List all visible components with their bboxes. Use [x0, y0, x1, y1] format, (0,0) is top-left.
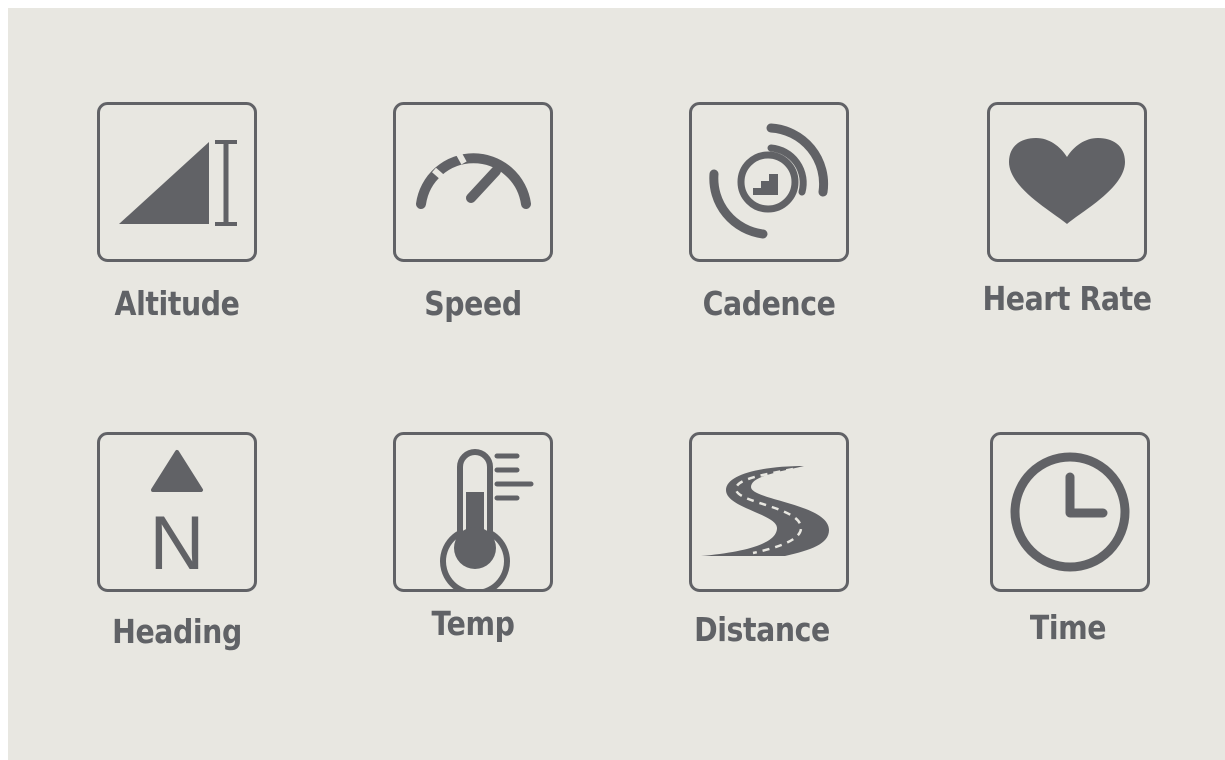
tile-label-heart-rate: Heart Rate	[982, 279, 1152, 318]
tile-speed	[393, 102, 553, 262]
tile-label-altitude: Altitude	[114, 284, 240, 323]
tile-label-cadence: Cadence	[702, 284, 836, 323]
tile-heart-rate	[987, 102, 1147, 262]
road-icon	[689, 432, 849, 592]
tile-label-speed: Speed	[424, 284, 522, 323]
tile-label-temp: Temp	[431, 604, 515, 643]
speedometer-icon	[393, 102, 553, 262]
compass-north-icon: N	[97, 432, 257, 592]
tile-cadence	[689, 102, 849, 262]
clock-icon	[990, 432, 1150, 592]
tile-label-distance: Distance	[694, 610, 830, 649]
tile-label-heading: Heading	[112, 612, 242, 651]
tile-heading: N	[97, 432, 257, 592]
tile-distance	[689, 432, 849, 592]
tile-time	[990, 432, 1150, 592]
tile-temp	[393, 432, 553, 592]
heading-north-letter: N	[150, 501, 205, 586]
cadence-icon	[689, 102, 849, 262]
heart-icon	[987, 102, 1147, 262]
tile-label-time: Time	[1029, 608, 1107, 647]
tile-altitude	[97, 102, 257, 262]
thermometer-icon	[393, 432, 553, 592]
altitude-icon	[97, 102, 257, 262]
